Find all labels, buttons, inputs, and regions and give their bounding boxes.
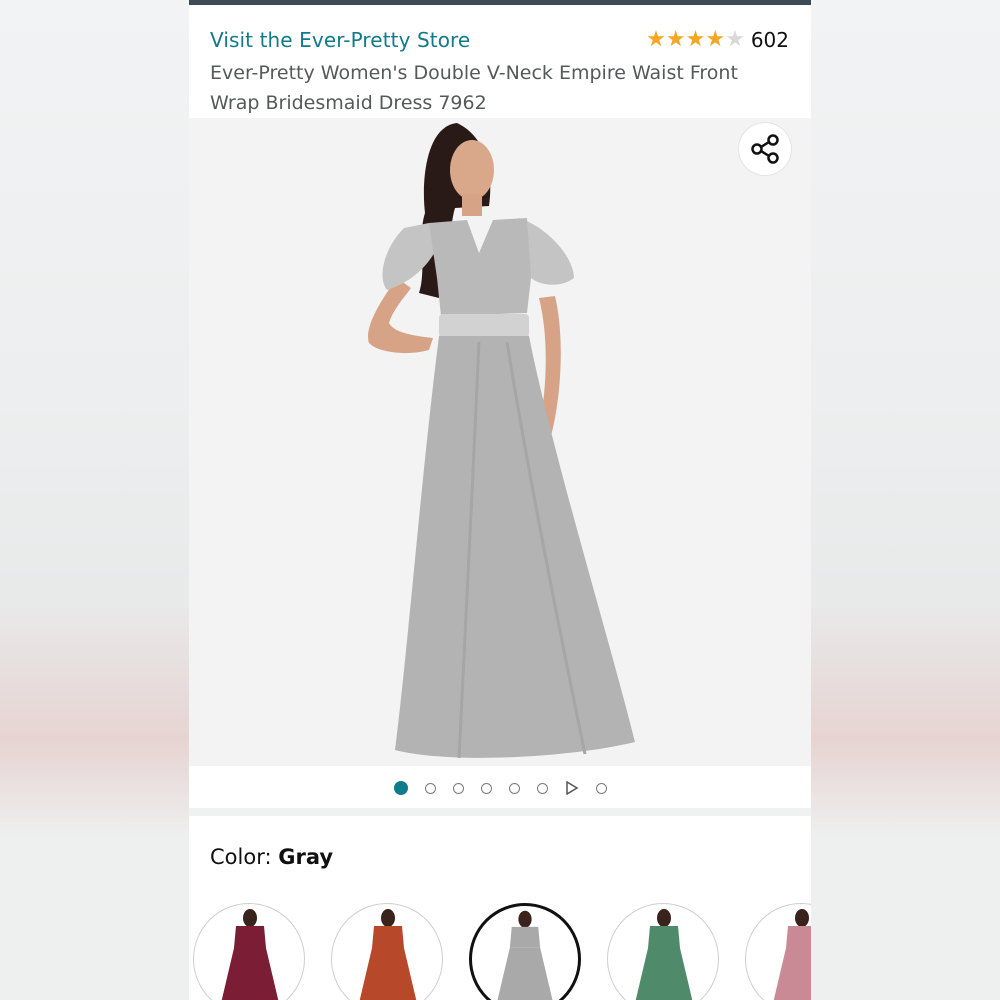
share-button[interactable] [739, 123, 791, 175]
background-right [811, 0, 1000, 1000]
color-swatch-gray[interactable] [469, 903, 581, 1000]
color-swatch-pink[interactable] [745, 903, 811, 1000]
product-page: Visit the Ever-Pretty Store ★ ★ ★ ★ ★ 60… [189, 0, 811, 1000]
color-swatch-rust[interactable] [331, 903, 443, 1000]
dress-thumbnail [221, 909, 279, 1000]
section-divider [189, 808, 811, 816]
pagination-dot-4[interactable] [480, 782, 492, 794]
color-swatches [189, 900, 811, 1000]
visit-store-link[interactable]: Visit the Ever-Pretty Store [210, 28, 470, 52]
color-label: Color: [210, 845, 272, 869]
dress-thumbnail [635, 909, 693, 1000]
product-image[interactable] [189, 118, 811, 766]
pagination-dot-2[interactable] [424, 782, 436, 794]
rating[interactable]: ★ ★ ★ ★ ★ 602 [646, 28, 789, 52]
pagination-dot-5[interactable] [508, 782, 520, 794]
background-left [0, 0, 189, 1000]
color-selection: Color: Gray [210, 845, 333, 869]
star-icon: ★ [685, 27, 706, 52]
dress-thumbnail [359, 909, 417, 1000]
star-empty-icon: ★ [725, 27, 745, 52]
pagination-dot-3[interactable] [452, 782, 464, 794]
share-icon [751, 134, 779, 164]
color-swatch-burgundy[interactable] [193, 903, 305, 1000]
top-bar [189, 0, 811, 5]
pagination-dot-1[interactable] [393, 781, 408, 795]
pagination-dot-8[interactable] [595, 782, 607, 794]
star-icon: ★ [705, 27, 726, 52]
star-icon: ★ [646, 27, 666, 52]
video-play-icon[interactable] [565, 781, 579, 795]
dress-photo [189, 118, 811, 766]
review-count[interactable]: 602 [751, 28, 789, 52]
dress-thumbnail [497, 910, 553, 1000]
pagination-dot-6[interactable] [536, 782, 548, 794]
store-row: Visit the Ever-Pretty Store ★ ★ ★ ★ ★ 60… [210, 28, 789, 58]
star-icon: ★ [665, 27, 686, 52]
selected-color-value: Gray [278, 845, 334, 869]
product-title: Ever-Pretty Women's Double V-Neck Empire… [210, 62, 738, 114]
color-swatch-green[interactable] [607, 903, 719, 1000]
dress-thumbnail [773, 909, 811, 1000]
image-pagination [189, 778, 811, 798]
